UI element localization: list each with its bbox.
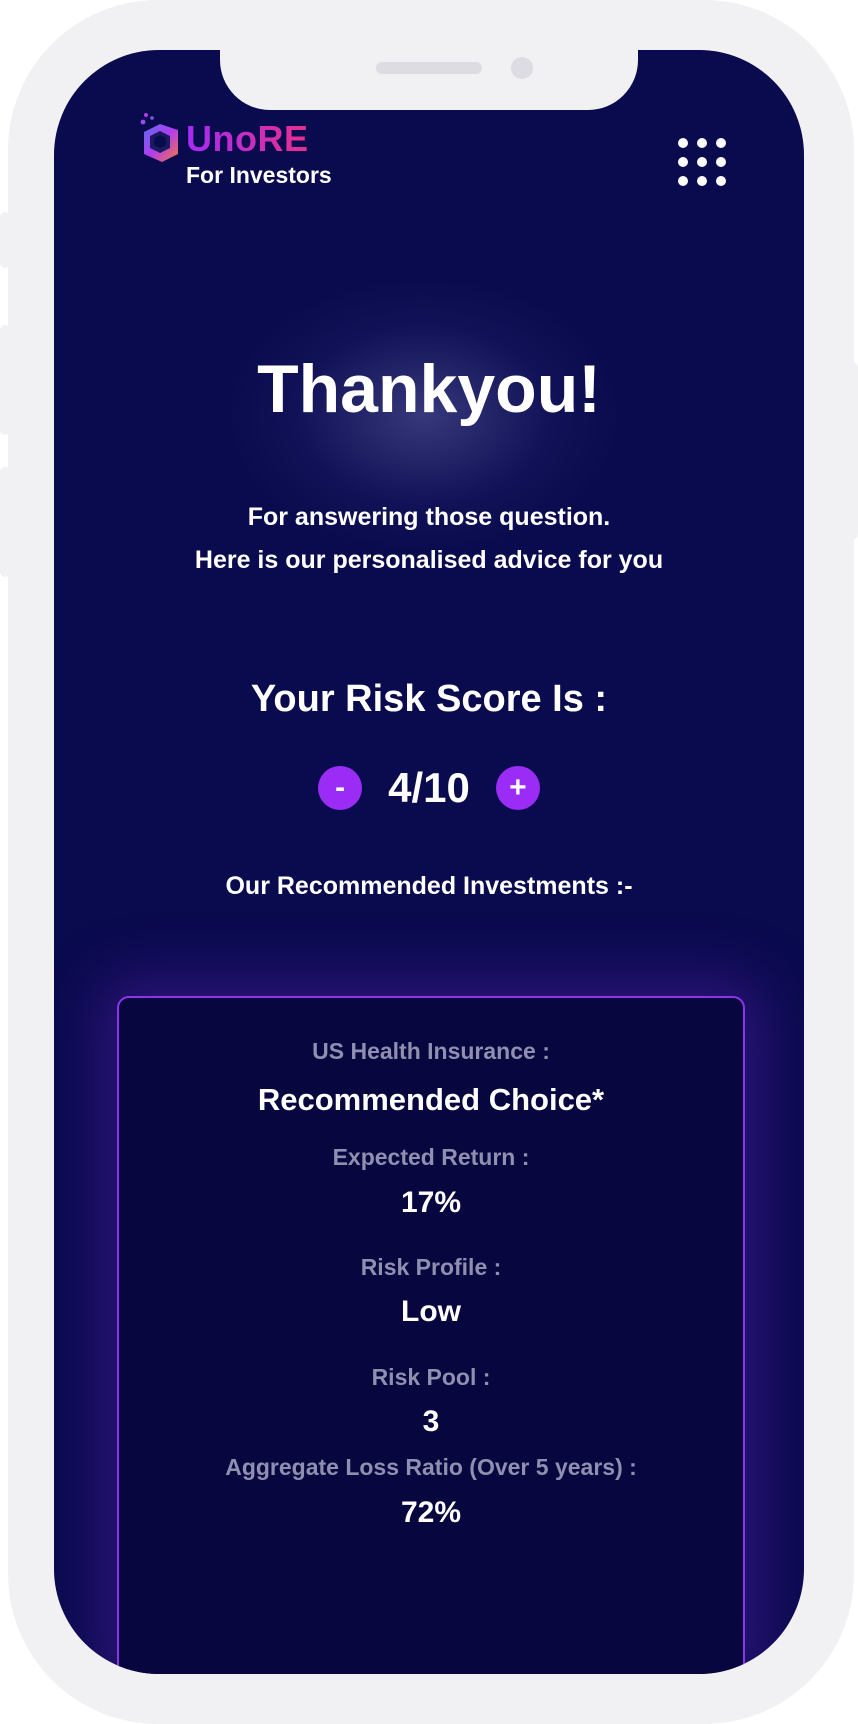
phone-side-button-left-2 xyxy=(0,325,10,435)
phone-notch xyxy=(220,46,638,110)
expected-return-value: 17% xyxy=(400,1186,462,1219)
risk-profile-label: Risk Profile : xyxy=(360,1254,502,1280)
decrement-score-button[interactable]: - xyxy=(318,766,363,810)
phone-side-button-left-3 xyxy=(0,467,10,577)
page-title: Thankyou! xyxy=(257,351,601,427)
risk-pool-label: Risk Pool : xyxy=(371,1364,491,1390)
grid-menu-icon[interactable] xyxy=(678,138,728,188)
brand-name: UnoRE xyxy=(186,118,309,159)
brand-tagline: For Investors xyxy=(186,162,332,188)
risk-score-value: 4/10 xyxy=(388,764,470,811)
subtitle-line-2: Here is our personalised advice for you xyxy=(194,546,664,574)
loss-ratio-value: 72% xyxy=(400,1496,462,1529)
risk-profile-value: Low xyxy=(401,1295,461,1328)
phone-side-button-right xyxy=(846,362,858,540)
risk-score-heading: Your Risk Score Is : xyxy=(250,678,608,720)
brand-logo[interactable]: UnoRE For Investors xyxy=(138,102,358,188)
subtitle-line-1: For answering those question. xyxy=(247,503,611,531)
recommended-choice: Recommended Choice* xyxy=(257,1082,605,1117)
phone-side-button-left-1 xyxy=(0,212,10,268)
investment-category: US Health Insurance : xyxy=(312,1038,550,1064)
phone-speaker xyxy=(376,62,482,74)
loss-ratio-label: Aggregate Loss Ratio (Over 5 years) : xyxy=(225,1454,637,1480)
unore-logo-icon xyxy=(140,113,178,162)
risk-score-stepper: - 4/10 + xyxy=(54,763,804,813)
investment-card[interactable]: US Health Insurance : Recommended Choice… xyxy=(117,996,745,1674)
expected-return-label: Expected Return : xyxy=(332,1144,530,1170)
risk-pool-value: 3 xyxy=(422,1405,440,1438)
recommendations-heading: Our Recommended Investments :- xyxy=(225,872,633,900)
phone-camera xyxy=(511,57,533,79)
increment-score-button[interactable]: + xyxy=(495,766,540,810)
app-screen: UnoRE For Investors Thankyou! For answer… xyxy=(54,50,804,1674)
